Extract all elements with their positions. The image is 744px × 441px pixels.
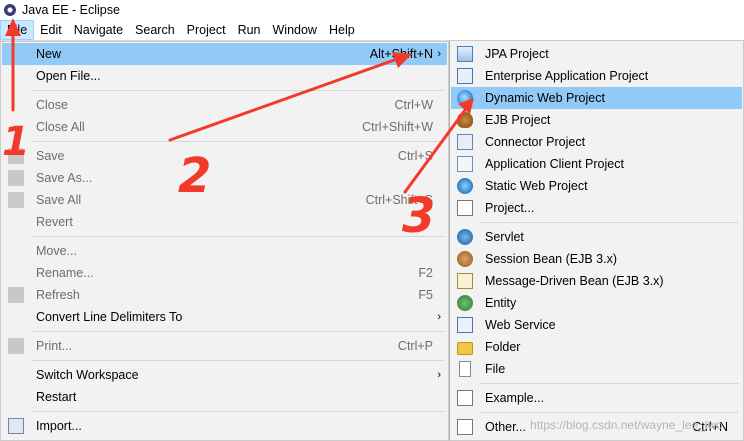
eclipse-logo-icon <box>4 4 16 16</box>
new-enterprise-application-project-item[interactable]: Enterprise Application Project <box>451 65 742 87</box>
file-refresh-item[interactable]: Refresh F5 <box>2 284 447 306</box>
menu-help[interactable]: Help <box>323 20 361 40</box>
other-icon <box>457 419 473 435</box>
entity-icon <box>457 295 473 311</box>
menu-search[interactable]: Search <box>129 20 181 40</box>
menu-project[interactable]: Project <box>181 20 232 40</box>
new-static-web-project-item[interactable]: Static Web Project <box>451 175 742 197</box>
file-print-item[interactable]: Print... Ctrl+P <box>2 335 447 357</box>
message-driven-bean-icon <box>457 273 473 289</box>
ejb-project-icon <box>457 112 473 128</box>
menu-separator <box>480 222 739 223</box>
window-title: Java EE - Eclipse <box>22 3 120 17</box>
file-close-all-item[interactable]: Close All Ctrl+Shift+W <box>2 116 447 138</box>
menu-separator <box>31 411 444 412</box>
file-save-item[interactable]: Save Ctrl+S <box>2 145 447 167</box>
connector-project-icon <box>457 134 473 150</box>
file-menu: New Alt+Shift+N › Open File... Close Ctr… <box>0 41 449 441</box>
project-icon <box>457 200 473 216</box>
menu-separator <box>31 141 444 142</box>
new-session-bean-item[interactable]: Session Bean (EJB 3.x) <box>451 248 742 270</box>
new-servlet-item[interactable]: Servlet <box>451 226 742 248</box>
refresh-icon <box>8 287 24 303</box>
file-convert-line-delimiters-item[interactable]: Convert Line Delimiters To › <box>2 306 447 328</box>
jpa-project-icon <box>457 46 473 62</box>
new-message-driven-bean-item[interactable]: Message-Driven Bean (EJB 3.x) <box>451 270 742 292</box>
file-close-item[interactable]: Close Ctrl+W <box>2 94 447 116</box>
annotation-step-1: 1 <box>2 119 30 165</box>
file-import-item[interactable]: Import... <box>2 415 447 437</box>
annotation-step-2: 2 <box>178 148 212 204</box>
file-icon <box>459 361 471 377</box>
menu-run[interactable]: Run <box>232 20 267 40</box>
submenu-arrow-icon: › <box>437 48 441 60</box>
session-bean-icon <box>457 251 473 267</box>
static-web-project-icon <box>457 178 473 194</box>
save-as-icon <box>8 170 24 186</box>
submenu-arrow-icon: › <box>437 369 441 381</box>
menu-separator <box>480 383 739 384</box>
dynamic-web-project-icon <box>457 90 473 106</box>
file-switch-workspace-item[interactable]: Switch Workspace › <box>2 364 447 386</box>
file-restart-item[interactable]: Restart <box>2 386 447 408</box>
menu-separator <box>31 360 444 361</box>
submenu-arrow-icon: › <box>437 311 441 323</box>
menu-separator <box>480 412 739 413</box>
menu-bar: File Edit Navigate Search Project Run Wi… <box>0 20 744 41</box>
menu-edit[interactable]: Edit <box>34 20 68 40</box>
new-submenu: JPA Project Enterprise Application Proje… <box>449 40 744 441</box>
print-icon <box>8 338 24 354</box>
menu-separator <box>31 90 444 91</box>
file-new-item[interactable]: New Alt+Shift+N › <box>2 43 447 65</box>
file-move-item[interactable]: Move... <box>2 240 447 262</box>
new-application-client-project-item[interactable]: Application Client Project <box>451 153 742 175</box>
folder-icon <box>457 341 473 355</box>
file-rename-item[interactable]: Rename... F2 <box>2 262 447 284</box>
file-save-as-item[interactable]: Save As... <box>2 167 447 189</box>
example-icon <box>457 390 473 406</box>
file-open-file-item[interactable]: Open File... <box>2 65 447 87</box>
new-folder-item[interactable]: Folder <box>451 336 742 358</box>
menu-navigate[interactable]: Navigate <box>68 20 129 40</box>
new-web-service-item[interactable]: Web Service <box>451 314 742 336</box>
title-bar: Java EE - Eclipse <box>0 0 744 20</box>
new-example-item[interactable]: Example... <box>451 387 742 409</box>
menu-file[interactable]: File <box>0 20 35 40</box>
menu-window[interactable]: Window <box>267 20 323 40</box>
new-entity-item[interactable]: Entity <box>451 292 742 314</box>
annotation-step-3: 3 <box>402 188 436 244</box>
watermark-text: https://blog.csdn.net/wayne_lee_lwc <box>530 418 723 432</box>
servlet-icon <box>457 229 473 245</box>
new-jpa-project-item[interactable]: JPA Project <box>451 43 742 65</box>
save-all-icon <box>8 192 24 208</box>
import-icon <box>8 418 24 434</box>
new-project-item[interactable]: Project... <box>451 197 742 219</box>
file-revert-item[interactable]: Revert <box>2 211 447 233</box>
new-ejb-project-item[interactable]: EJB Project <box>451 109 742 131</box>
menu-separator <box>31 331 444 332</box>
new-file-item[interactable]: File <box>451 358 742 380</box>
file-save-all-item[interactable]: Save All Ctrl+Shift+S <box>2 189 447 211</box>
new-dynamic-web-project-item[interactable]: Dynamic Web Project <box>451 87 742 109</box>
new-connector-project-item[interactable]: Connector Project <box>451 131 742 153</box>
web-service-icon <box>457 317 473 333</box>
menu-separator <box>31 236 444 237</box>
enterprise-app-icon <box>457 68 473 84</box>
app-client-project-icon <box>457 156 473 172</box>
